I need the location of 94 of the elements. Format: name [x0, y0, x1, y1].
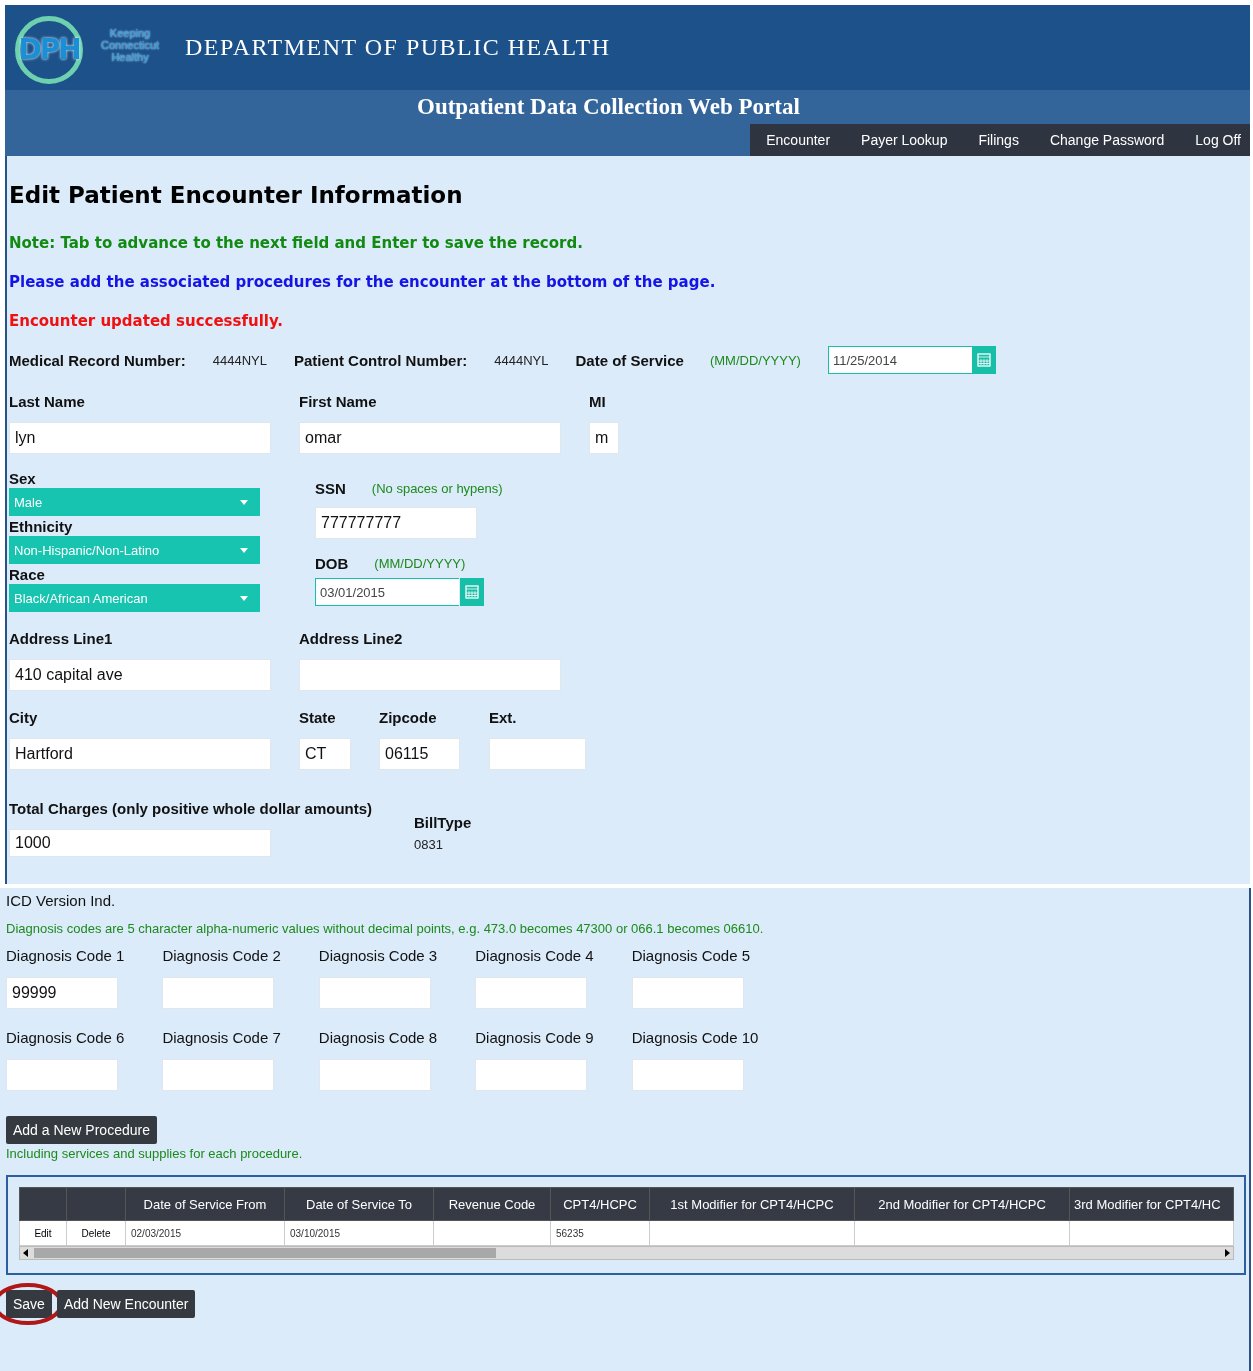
- table-cell: 02/03/2015: [125, 1220, 285, 1246]
- text-field[interactable]: [299, 659, 561, 691]
- column-header: CPT4/HCPC: [550, 1187, 650, 1221]
- text-field[interactable]: lyn: [9, 422, 271, 454]
- field-label: Diagnosis Code 6: [6, 1029, 125, 1046]
- edit-link[interactable]: Edit: [34, 1227, 52, 1239]
- nav-link[interactable]: Log Off: [1195, 132, 1241, 148]
- table-cell: 56235: [550, 1220, 650, 1246]
- field-label: Race: [9, 566, 46, 584]
- field-label: MI: [589, 393, 607, 410]
- message-text: Encounter updated successfully.: [9, 311, 285, 332]
- field-label: Diagnosis Code 4: [475, 947, 594, 964]
- field-label: Total Charges (only positive whole dollar amounts): [9, 800, 374, 817]
- field-label: Address Line1: [9, 630, 114, 647]
- logo-tagline: Keeping: [109, 26, 151, 39]
- horizontal-scrollbar[interactable]: [19, 1246, 1234, 1260]
- text-field[interactable]: [6, 1059, 118, 1091]
- field-label: Ethnicity: [9, 518, 74, 536]
- field-value: 4444NYL: [212, 352, 267, 368]
- text-field[interactable]: [631, 977, 744, 1009]
- text-field[interactable]: [318, 977, 431, 1009]
- field-label: Diagnosis Code 2: [162, 947, 281, 964]
- add-encounter-button[interactable]: Add New Encounter: [56, 1290, 196, 1318]
- field-value: 4444NYL: [494, 352, 549, 368]
- calendar-icon[interactable]: [971, 346, 996, 374]
- table-cell: 03/10/2015: [284, 1220, 434, 1246]
- field-label: Zipcode: [379, 709, 438, 726]
- site-title: DEPARTMENT OF PUBLIC HEALTH: [185, 34, 611, 61]
- add-procedure-button[interactable]: Add a New Procedure: [6, 1116, 157, 1144]
- field-label: Patient Control Number:: [293, 351, 468, 369]
- field-label: DOB: [315, 555, 349, 572]
- text-field[interactable]: m: [589, 422, 619, 454]
- field-label: Last Name: [9, 393, 86, 410]
- field-label: State: [299, 709, 337, 726]
- field-label: Diagnosis Code 1: [6, 947, 125, 964]
- text-field[interactable]: [318, 1059, 431, 1091]
- field-label: Diagnosis Code 10: [631, 1029, 759, 1046]
- logo-tagline: Healthy: [111, 50, 149, 63]
- text-field[interactable]: omar: [299, 422, 561, 454]
- text-field[interactable]: 410 capital ave: [9, 659, 271, 691]
- date-field[interactable]: 11/25/2014: [827, 346, 972, 374]
- column-header: 3rd Modifier for CPT4/HC: [1069, 1187, 1234, 1221]
- text-field[interactable]: [162, 1059, 275, 1091]
- column-header: Revenue Code: [433, 1187, 551, 1221]
- column-header: Date of Service From: [125, 1187, 285, 1221]
- help-text: Diagnosis codes are 5 character alpha-numeric values without decimal points, e.g. 473.0 becomes 47300 or 066.1 becomes 06610.: [6, 921, 765, 938]
- format-hint: (MM/DD/YYYY): [374, 556, 466, 571]
- message-text: Please add the associated procedures for the encounter at the bottom of the page.: [9, 272, 717, 293]
- field-label: Diagnosis Code 5: [631, 947, 751, 964]
- text-field[interactable]: 99999: [6, 977, 118, 1009]
- field-label: Diagnosis Code 3: [318, 947, 438, 964]
- save-button[interactable]: Save: [6, 1290, 52, 1318]
- date-field[interactable]: 03/01/2015: [315, 578, 459, 606]
- field-label: Diagnosis Code 9: [475, 1029, 594, 1046]
- message-text: Note: Tab to advance to the next field and Enter to save the record.: [9, 233, 584, 254]
- text-field[interactable]: [162, 977, 275, 1009]
- column-header: 2nd Modifier for CPT4/HCPC: [854, 1187, 1070, 1221]
- text-field[interactable]: [475, 1059, 588, 1091]
- format-hint: (MM/DD/YYYY): [709, 352, 801, 368]
- text-field[interactable]: CT: [299, 738, 351, 770]
- table-header: [19, 1187, 67, 1221]
- text-field[interactable]: [631, 1059, 744, 1091]
- field-label: Diagnosis Code 7: [162, 1029, 281, 1046]
- column-header: 1st Modifier for CPT4/HCPC: [649, 1187, 855, 1221]
- field-label: SSN: [315, 480, 346, 497]
- nav-link[interactable]: Change Password: [1049, 132, 1165, 148]
- table-header: [66, 1187, 126, 1221]
- field-label: Medical Record Number:: [9, 351, 186, 369]
- portal-title: Outpatient Data Collection Web Portal: [417, 94, 800, 120]
- format-hint: (No spaces or hypens): [371, 481, 503, 496]
- calendar-icon[interactable]: [459, 578, 485, 606]
- text-field[interactable]: 777777777: [315, 507, 477, 539]
- text-field[interactable]: Hartford: [9, 738, 271, 770]
- text-field[interactable]: [475, 977, 588, 1009]
- field-label: City: [9, 709, 39, 726]
- field-label: Date of Service: [575, 351, 684, 369]
- column-header: Date of Service To: [284, 1187, 434, 1221]
- nav-link[interactable]: Filings: [978, 132, 1019, 148]
- nav-link[interactable]: Encounter: [766, 132, 831, 148]
- text-field[interactable]: 06115: [379, 738, 460, 770]
- field-label: Address Line2: [299, 630, 404, 647]
- text-field[interactable]: 1000: [9, 829, 271, 857]
- logo-tagline: Connecticut: [101, 38, 160, 51]
- field-value: 0831: [414, 837, 444, 852]
- field-label: ICD Version Ind.: [6, 891, 117, 911]
- field-label: Ext.: [489, 709, 518, 726]
- page-title: Edit Patient Encounter Information: [9, 181, 464, 210]
- help-text: Including services and supplies for each procedure.: [6, 1146, 304, 1161]
- field-label: Sex: [9, 470, 37, 488]
- nav-link[interactable]: Payer Lookup: [861, 132, 948, 148]
- field-label: BillType: [414, 814, 472, 831]
- text-field[interactable]: [489, 738, 586, 770]
- field-label: First Name: [299, 393, 378, 410]
- field-label: Diagnosis Code 8: [318, 1029, 438, 1046]
